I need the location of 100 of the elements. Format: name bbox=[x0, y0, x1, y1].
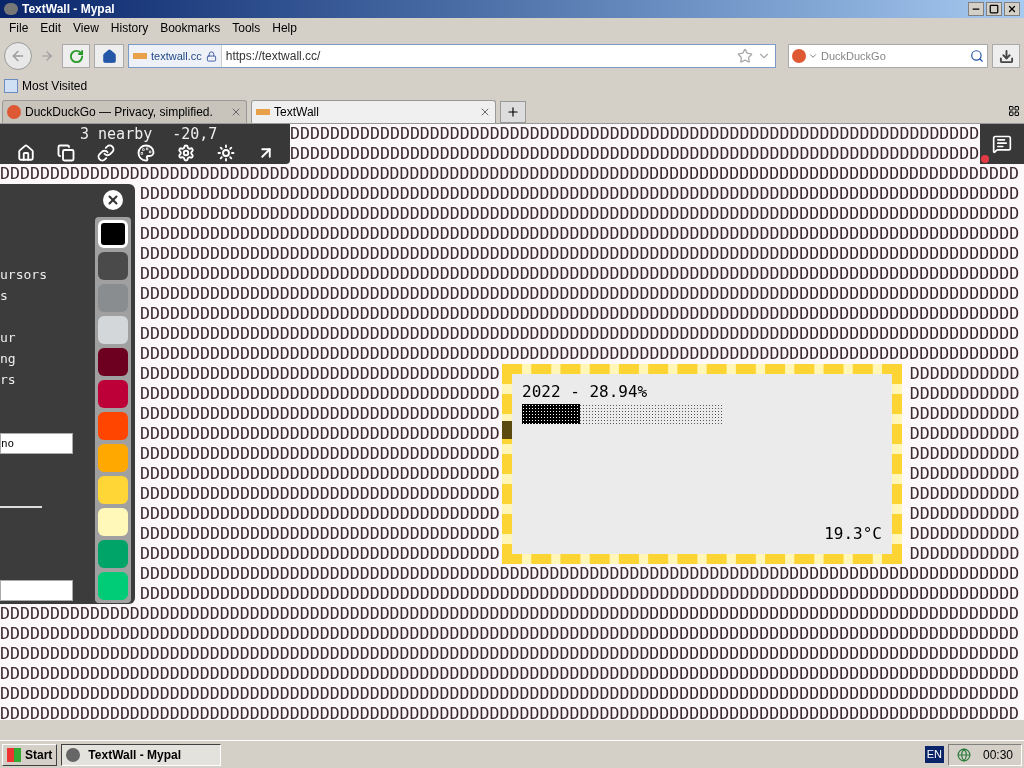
minimize-button[interactable] bbox=[968, 2, 984, 16]
start-button[interactable]: Start bbox=[2, 743, 58, 766]
settings-button[interactable] bbox=[176, 143, 196, 163]
wall-text[interactable]: DDDDDDDDDDD bbox=[909, 384, 1020, 404]
setting-label: ng bbox=[0, 350, 16, 368]
bookmark-folder[interactable]: Most Visited bbox=[4, 76, 88, 95]
wall-text[interactable]: DDDDDDDDDDDDDDDDDDDDDDDDDDDDDDDDDDDDDDDDDDDDDDDDDDDDDDDDDDDDDDDDDDDDDDDDDDDDDDDDDDDDDDDDDDDDDDDDDDDDDD bbox=[0, 684, 1019, 704]
wall-text[interactable]: DDDDDDDDDDDDDDDDDDDDDDDDDDDDDDDDDDDD bbox=[140, 464, 500, 484]
app-icon bbox=[66, 747, 81, 762]
taskbar-item[interactable]: TextWall - Mypal bbox=[61, 743, 222, 766]
palette-button[interactable] bbox=[136, 143, 156, 163]
tab-favicon bbox=[7, 105, 21, 119]
menu-item[interactable]: Tools bbox=[227, 19, 266, 37]
search-icon[interactable] bbox=[970, 49, 984, 63]
menu-item[interactable]: View bbox=[68, 19, 104, 37]
color-swatch[interactable] bbox=[98, 348, 128, 376]
wall-text[interactable]: DDDDDDDDDDDDDDDDDDDDDDDDDDDDDDDDDDDDDDDDDDDDDDDDDDDDDDDDDDDDDDDDDDDDDDDDDDDDDDDDDDDDDDDD bbox=[140, 564, 1020, 584]
color-swatch[interactable] bbox=[98, 316, 128, 344]
wall-text[interactable]: DDDDDDDDDDDDDDDDDDDDDDDDDDDDDDDDDDDDDDDDDDDDDDDDDDDDDDDDDDDDDDDDDDDDDDDDDDDDDDDDDDDDDDDDDDDDDDDDDDDDDD bbox=[0, 624, 1019, 644]
browser-tab[interactable]: DuckDuckGo — Privacy, simplified. bbox=[2, 100, 247, 123]
wall-text[interactable]: DDDDDDDDDDD bbox=[909, 544, 1020, 564]
language-indicator[interactable]: EN bbox=[924, 746, 944, 763]
plus-icon bbox=[506, 105, 520, 119]
wall-text[interactable]: DDDDDDDDDDDDDDDDDDDDDDDDDDDDDDDDDDDDDDDDDDDDDDDDDDDDDDDDDDDDDDDDDDDDD bbox=[290, 124, 980, 144]
browser-tab[interactable]: TextWall bbox=[251, 100, 496, 123]
network-icon[interactable] bbox=[956, 747, 971, 762]
site-identity[interactable]: textwall.cc bbox=[129, 45, 222, 67]
wall-text[interactable]: DDDDDDDDDDDDDDDDDDDDDDDDDDDDDDDDDDDD bbox=[140, 504, 500, 524]
marker-icon bbox=[502, 421, 512, 439]
copy-button[interactable] bbox=[56, 143, 76, 163]
wall-text[interactable]: DDDDDDDDDDDDDDDDDDDDDDDDDDDDDDDDDDDDDDDDDDDDDDDDDDDDDDDDDDDDDDDDDDDDDDDDDDDDDDDDDDDDDDDD bbox=[140, 244, 1020, 264]
setting-label: rs bbox=[0, 371, 16, 389]
wall-text[interactable]: DDDDDDDDDDDDDDDDDDDDDDDDDDDDDDDDDDDDDDDDDDDDDDDDDDDDDDDDDDDDDDDDDDDDDDDDDDDDDDDDDDDDDDDDDDDDDDDDDDDDDD bbox=[0, 164, 1019, 184]
wall-text[interactable]: DDDDDDDDDDDDDDDDDDDDDDDDDDDDDDDDDDDDDDDDDDDDDDDDDDDDDDDDDDDDDDDDDDDDDDDDDDDDDDDDDDDDDDDD bbox=[140, 324, 1020, 344]
wall-text[interactable]: DDDDDDDDDDDDDDDDDDDDDDDDDDDDDDDDDDDD bbox=[140, 364, 500, 384]
close-button[interactable] bbox=[103, 190, 123, 210]
download-button[interactable] bbox=[992, 44, 1020, 68]
new-tab-button[interactable] bbox=[500, 101, 526, 123]
color-swatch[interactable] bbox=[98, 220, 128, 248]
wall-text[interactable]: DDDDDDDDDDDDDDDDDDDDDDDDDDDDDDDDDDDD bbox=[140, 384, 500, 404]
wall-text[interactable]: DDDDDDDDDDDDDDDDDDDDDDDDDDDDDDDDDDDDDDDDDDDDDDDDDDDDDDDDDDDDDDDDDDDDDDDDDDDDDDDDDDDDDDDD bbox=[140, 304, 1020, 324]
reload-button[interactable] bbox=[62, 44, 90, 68]
wall-text[interactable]: DDDDDDDDDDDDDDDDDDDDDDDDDDDDDDDDDDDDDDDDDDDDDDDDDDDDDDDDDDDDDDDDDDDDDDDDDDDDDDDDDDDDDDDD bbox=[140, 224, 1020, 244]
home-button[interactable] bbox=[16, 143, 36, 163]
wall-text[interactable]: DDDDDDDDDDDDDDDDDDDDDDDDDDDDDDDDDDDDDDDDDDDDDDDDDDDDDDDDDDDDDDDDDDDDDDDDDDDDDDDDDDDDDDDDDDDDDDDDDDDDDD bbox=[0, 664, 1019, 684]
wall-text[interactable]: DDDDDDDDDDDDDDDDDDDDDDDDDDDDDDDDDDDDDDDDDDDDDDDDDDDDDDDDDDDDDDDDDDDDDDDDDDDDDDDDDDDDDDDD bbox=[140, 264, 1020, 284]
wall-text[interactable]: DDDDDDDDDDDDDDDDDDDDDDDDDDDDDDDDDDDDDDDDDDDDDDDDDDDDDDDDDDDDDDDDDDDDD bbox=[290, 144, 980, 164]
caret-icon[interactable] bbox=[808, 51, 818, 61]
color-swatch[interactable] bbox=[98, 412, 128, 440]
color-swatch[interactable] bbox=[98, 508, 128, 536]
reload-icon bbox=[68, 48, 84, 64]
wall-text[interactable]: DDDDDDDDDDDDDDDDDDDDDDDDDDDDDDDDDDDD bbox=[140, 404, 500, 424]
maximize-button[interactable] bbox=[986, 2, 1002, 16]
color-swatch[interactable] bbox=[98, 252, 128, 280]
wall-text[interactable]: DDDDDDDDDDDDDDDDDDDDDDDDDDDDDDDDDDDDDDDDDDDDDDDDDDDDDDDDDDDDDDDDDDDDDDDDDDDDDDDDDDDDDDDDDDDDDDDDDDDDDD bbox=[0, 704, 1019, 720]
wall-text[interactable]: DDDDDDDDDDDDDDDDDDDDDDDDDDDDDDDDDDDDDDDDDDDDDDDDDDDDDDDDDDDDDDDDDDDDDDDDDDDDDDDDDDDDDDDDDDDDDDDDDDDDDD bbox=[0, 604, 1019, 624]
menu-item[interactable]: File bbox=[4, 19, 34, 37]
color-swatch[interactable] bbox=[98, 540, 128, 568]
text-input[interactable] bbox=[0, 580, 73, 601]
wall-text[interactable]: DDDDDDDDDDDDDDDDDDDDDDDDDDDDDDDDDDDD bbox=[140, 424, 500, 444]
star-icon[interactable] bbox=[737, 48, 753, 64]
link-button[interactable] bbox=[96, 143, 116, 163]
sun-icon bbox=[217, 144, 235, 162]
wall-text[interactable]: DDDDDDDDDDDDDDDDDDDDDDDDDDDDDDDDDDDDDDDDDDDDDDDDDDDDDDDDDDDDDDDDDDDDDDDDDDDDDDDDDDDDDDDD bbox=[140, 184, 1020, 204]
wall-text[interactable]: DDDDDDDDDDD bbox=[909, 424, 1020, 444]
wall-text[interactable]: DDDDDDDDDDD bbox=[909, 484, 1020, 504]
home-button[interactable] bbox=[94, 44, 124, 68]
close-tab-icon[interactable] bbox=[230, 106, 242, 118]
search-field[interactable]: DuckDuckGo bbox=[788, 44, 988, 68]
wall-text[interactable]: DDDDDDDDDDD bbox=[909, 464, 1020, 484]
tab-favicon bbox=[256, 109, 270, 115]
color-swatch[interactable] bbox=[98, 476, 128, 504]
wall-text[interactable]: DDDDDDDDDDDDDDDDDDDDDDDDDDDDDDDDDDDD bbox=[140, 444, 500, 464]
menu-item[interactable]: Help bbox=[267, 19, 302, 37]
menu-item[interactable]: Edit bbox=[35, 19, 67, 37]
brightness-button[interactable] bbox=[216, 143, 236, 163]
color-swatch[interactable] bbox=[98, 572, 128, 600]
wall-text[interactable]: DDDDDDDDDDDDDDDDDDDDDDDDDDDDDDDDDDDDDDDDDDDDDDDDDDDDDDDDDDDDDDDDDDDDDDDDDDDDDDDDDDDDDDDD bbox=[140, 344, 1020, 364]
color-swatch[interactable] bbox=[98, 444, 128, 472]
address-bar[interactable]: textwall.cc https://textwall.cc/ bbox=[128, 44, 776, 68]
wall-text[interactable]: DDDDDDDDDDD bbox=[909, 504, 1020, 524]
wall-text[interactable]: DDDDDDDDDDD bbox=[909, 524, 1020, 544]
tab-list-icon[interactable] bbox=[1008, 105, 1020, 117]
text-input[interactable]: no bbox=[0, 433, 73, 454]
wall-text[interactable]: DDDDDDDDDDDDDDDDDDDDDDDDDDDDDDDDDDDDDDDDDDDDDDDDDDDDDDDDDDDDDDDDDDDDDDDDDDDDDDDDDDDDDDDD bbox=[140, 584, 1020, 604]
close-tab-icon[interactable] bbox=[479, 106, 491, 118]
wall-text[interactable]: DDDDDDDDDDDDDDDDDDDDDDDDDDDDDDDDDDDDDDDDDDDDDDDDDDDDDDDDDDDDDDDDDDDDDDDDDDDDDDDDDDDDDDDDDDDDDDDDDDDDDD bbox=[0, 644, 1019, 664]
menu-item[interactable]: Bookmarks bbox=[155, 19, 226, 37]
wall-text[interactable]: DDDDDDDDDDDDDDDDDDDDDDDDDDDDDDDDDDDD bbox=[140, 544, 500, 564]
wall-text[interactable]: DDDDDDDDDDD bbox=[909, 404, 1020, 424]
wall-text[interactable]: DDDDDDDDDDDDDDDDDDDDDDDDDDDDDDDDDDDDDDDDDDDDDDDDDDDDDDDDDDDDDDDDDDDDDDDDDDDDDDDDDDDDDDDD bbox=[140, 284, 1020, 304]
wall-text[interactable]: DDDDDDDDDDDDDDDDDDDDDDDDDDDDDDDDDDDD bbox=[140, 524, 500, 544]
close-button[interactable] bbox=[1004, 2, 1020, 16]
chat-button[interactable] bbox=[980, 124, 1024, 164]
wall-text[interactable]: DDDDDDDDDDD bbox=[909, 364, 1020, 384]
wall-text[interactable]: DDDDDDDDDDD bbox=[909, 444, 1020, 464]
color-swatch[interactable] bbox=[98, 380, 128, 408]
menu-item[interactable]: History bbox=[105, 19, 154, 37]
wall-text[interactable]: DDDDDDDDDDDDDDDDDDDDDDDDDDDDDDDDDDDDDDDDDDDDDDDDDDDDDDDDDDDDDDDDDDDDDDDDDDDDDDDDDDDDDDDD bbox=[140, 204, 1020, 224]
wall-text[interactable]: DDDDDDDDDDDDDDDDDDDDDDDDDDDDDDDDDDDD bbox=[140, 484, 500, 504]
